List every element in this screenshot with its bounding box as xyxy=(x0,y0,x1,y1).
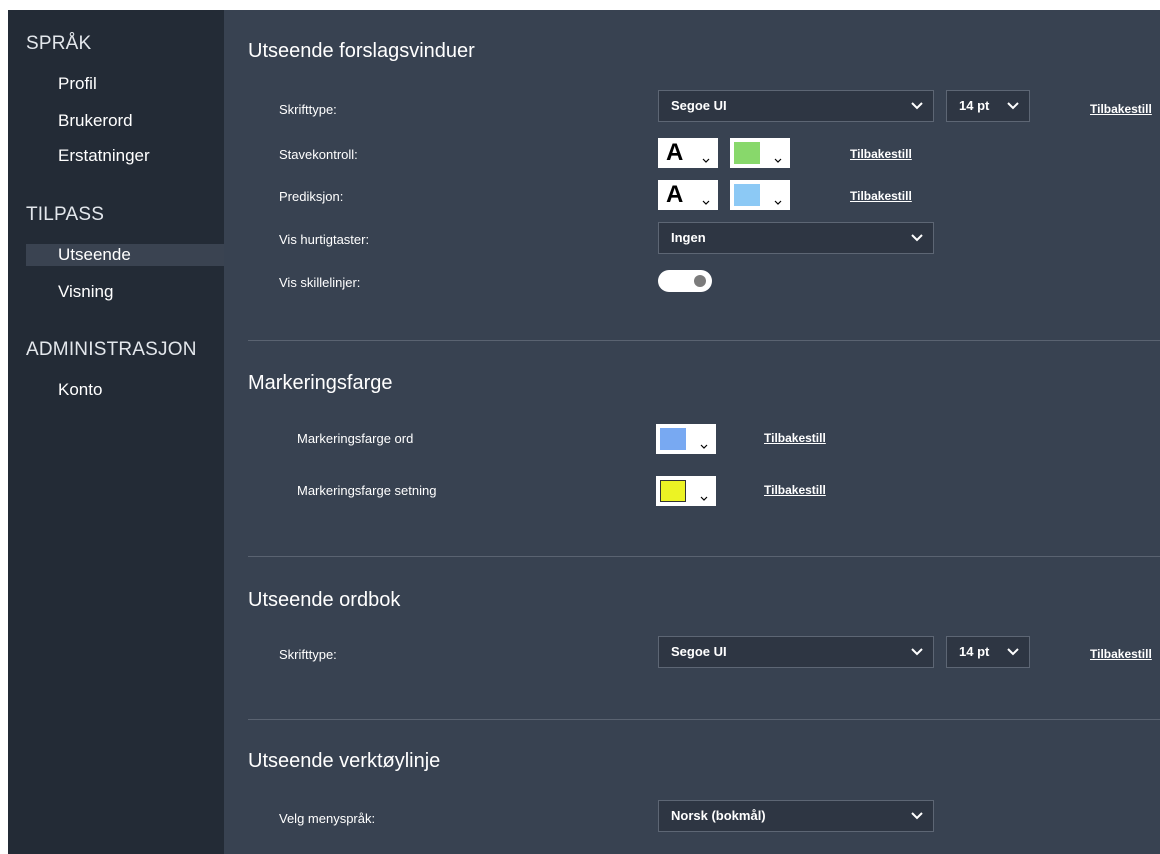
ordbok-font-select[interactable]: Segoe UI xyxy=(658,636,934,668)
sidebar-section-tilpass: TILPASS xyxy=(26,204,105,225)
sidebar-item-utseende[interactable]: Utseende xyxy=(26,244,224,266)
text-color-icon: A xyxy=(666,181,684,208)
stavekontroll-bg-color-picker[interactable] xyxy=(730,138,790,168)
reset-markering-setning-link[interactable]: Tilbakestill xyxy=(764,483,826,497)
chevron-down-icon xyxy=(911,637,923,667)
reset-markering-ord-link[interactable]: Tilbakestill xyxy=(764,431,826,445)
settings-panel: Utseende forslagsvinduer Skrifttype: Seg… xyxy=(224,10,1160,854)
skillelinjer-toggle[interactable] xyxy=(658,270,712,292)
section-divider xyxy=(248,719,1160,720)
reset-prediksjon-link[interactable]: Tilbakestill xyxy=(850,189,912,203)
sidebar-item-konto[interactable]: Konto xyxy=(26,379,224,401)
hurtigtaster-select[interactable]: Ingen xyxy=(658,222,934,254)
font-select[interactable]: Segoe UI xyxy=(658,90,934,122)
skillelinjer-label: Vis skillelinjer: xyxy=(279,275,361,290)
stavekontroll-label: Stavekontroll: xyxy=(279,147,358,162)
color-swatch xyxy=(660,480,686,502)
prediksjon-text-color-picker[interactable]: A xyxy=(658,180,718,210)
ordbok-font-select-value: Segoe UI xyxy=(671,644,727,659)
font-size-select-value: 14 pt xyxy=(959,98,990,113)
hurtigtaster-select-value: Ingen xyxy=(671,230,706,245)
skrifttype-label: Skrifttype: xyxy=(279,102,337,117)
caret-down-icon xyxy=(774,158,782,163)
chevron-down-icon xyxy=(1007,91,1019,121)
text-color-icon: A xyxy=(666,139,684,166)
ordbok-font-size-select[interactable]: 14 pt xyxy=(946,636,1030,668)
sidebar-item-visning[interactable]: Visning xyxy=(26,281,224,303)
sidebar-item-erstatninger[interactable]: Erstatninger xyxy=(26,145,224,167)
color-swatch xyxy=(660,428,686,450)
section-title-verktoylinje: Utseende verktøylinje xyxy=(248,750,441,772)
prediksjon-label: Prediksjon: xyxy=(279,189,344,204)
reset-ordbok-font-link[interactable]: Tilbakestill xyxy=(1090,647,1152,661)
sidebar-item-brukerord[interactable]: Brukerord xyxy=(26,110,224,132)
chevron-down-icon xyxy=(1007,637,1019,667)
stavekontroll-text-color-picker[interactable]: A xyxy=(658,138,718,168)
menysprak-select-value: Norsk (bokmål) xyxy=(671,808,766,823)
prediksjon-bg-color-picker[interactable] xyxy=(730,180,790,210)
markering-ord-label: Markeringsfarge ord xyxy=(297,431,414,446)
color-swatch xyxy=(734,184,760,206)
section-title-ordbok: Utseende ordbok xyxy=(248,589,401,611)
markering-ord-color-picker[interactable] xyxy=(656,424,716,454)
caret-down-icon xyxy=(702,200,710,205)
reset-stavekontroll-link[interactable]: Tilbakestill xyxy=(850,147,912,161)
chevron-down-icon xyxy=(911,223,923,253)
hurtigtaster-label: Vis hurtigtaster: xyxy=(279,232,370,247)
markering-setning-label: Markeringsfarge setning xyxy=(297,483,437,498)
caret-down-icon xyxy=(774,200,782,205)
sidebar-item-profil[interactable]: Profil xyxy=(26,73,224,95)
menysprak-select[interactable]: Norsk (bokmål) xyxy=(658,800,934,832)
font-size-select[interactable]: 14 pt xyxy=(946,90,1030,122)
section-divider xyxy=(248,556,1160,557)
reset-font-link[interactable]: Tilbakestill xyxy=(1090,102,1152,116)
chevron-down-icon xyxy=(911,91,923,121)
ordbok-skrifttype-label: Skrifttype: xyxy=(279,647,337,662)
chevron-down-icon xyxy=(911,801,923,831)
section-title-markeringsfarge: Markeringsfarge xyxy=(248,372,393,394)
sidebar-section-sprak: SPRÅK xyxy=(26,33,92,54)
section-divider xyxy=(248,340,1160,341)
section-title-forslagsvinduer: Utseende forslagsvinduer xyxy=(248,40,475,62)
caret-down-icon xyxy=(702,158,710,163)
font-select-value: Segoe UI xyxy=(671,98,727,113)
toggle-knob xyxy=(694,275,706,287)
caret-down-icon xyxy=(700,496,708,501)
menysprak-label: Velg menyspråk: xyxy=(279,811,376,826)
markering-setning-color-picker[interactable] xyxy=(656,476,716,506)
sidebar: SPRÅK Profil Brukerord Erstatninger TILP… xyxy=(8,10,224,854)
sidebar-section-administrasjon: ADMINISTRASJON xyxy=(26,339,197,360)
color-swatch xyxy=(734,142,760,164)
caret-down-icon xyxy=(700,444,708,449)
ordbok-font-size-select-value: 14 pt xyxy=(959,644,990,659)
